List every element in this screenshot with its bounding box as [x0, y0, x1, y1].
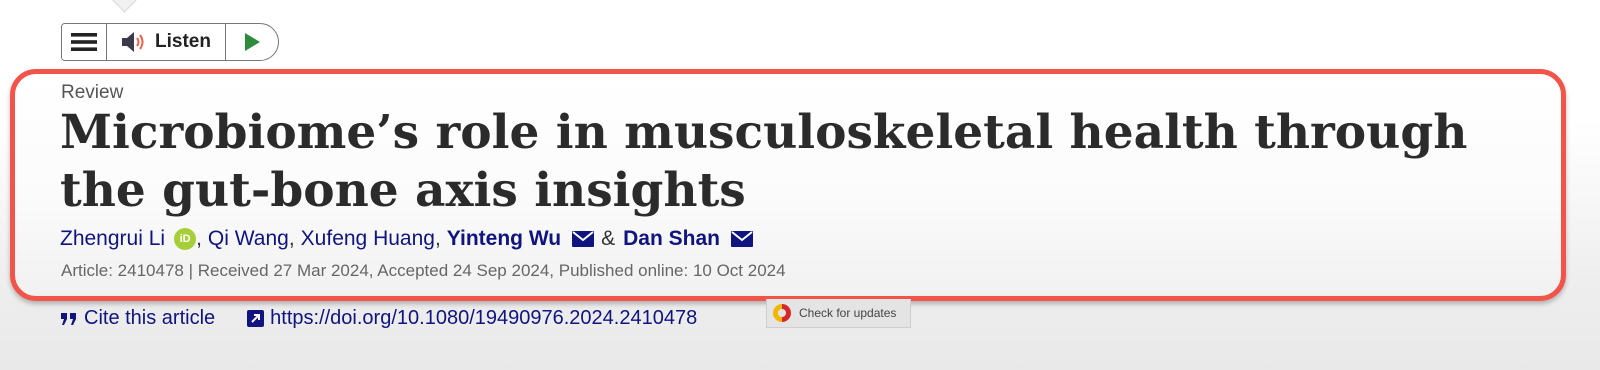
doi-link[interactable]: https://doi.org/10.1080/19490976.2024.24… — [247, 307, 697, 330]
crossmark-icon — [773, 304, 791, 322]
author-link-qi-wang[interactable]: Qi Wang — [208, 227, 289, 251]
author-separator: , — [288, 227, 295, 250]
cite-label: Cite this article — [84, 306, 216, 329]
author-separator: , — [434, 227, 441, 250]
hamburger-menu-icon — [71, 33, 97, 51]
listen-button[interactable]: Listen — [107, 24, 226, 60]
quote-icon — [61, 313, 76, 325]
author-link-xufeng-huang[interactable]: Xufeng Huang — [301, 227, 435, 251]
author-ampersand: & — [601, 227, 616, 250]
article-meta: Article: 2410478 | Received 27 Mar 2024,… — [61, 261, 786, 280]
listen-label: Listen — [155, 31, 211, 52]
cite-article-link[interactable]: Cite this article — [60, 307, 215, 330]
author-link-zhengrui-li[interactable]: Zhengrui Li — [60, 227, 165, 251]
speaker-icon — [122, 32, 144, 52]
toolbar-pointer — [112, 0, 137, 13]
play-button[interactable] — [226, 24, 278, 60]
article-title: Microbiome’s role in musculoskeletal hea… — [60, 105, 1468, 218]
author-separator: , — [196, 227, 202, 250]
article-type-label: Review — [61, 82, 124, 103]
toolbar-menu-button[interactable] — [62, 24, 107, 60]
updates-label: Check for updates — [799, 306, 897, 320]
external-link-icon — [247, 309, 265, 327]
article-actions: Cite this article https://doi.org/10.108… — [60, 305, 697, 331]
orcid-icon[interactable]: iD — [174, 228, 197, 250]
listen-toolbar: Listen — [61, 23, 279, 61]
author-link-yinteng-wu[interactable]: Yinteng Wu — [447, 227, 561, 251]
author-list: Zhengrui Li iD , Qi Wang , Xufeng Huang … — [60, 227, 754, 251]
play-icon — [245, 33, 260, 51]
email-icon[interactable] — [571, 230, 595, 248]
check-for-updates-button[interactable]: Check for updates — [766, 299, 911, 328]
email-icon[interactable] — [730, 230, 754, 248]
author-link-dan-shan[interactable]: Dan Shan — [623, 227, 720, 251]
doi-label: https://doi.org/10.1080/19490976.2024.24… — [270, 306, 698, 329]
